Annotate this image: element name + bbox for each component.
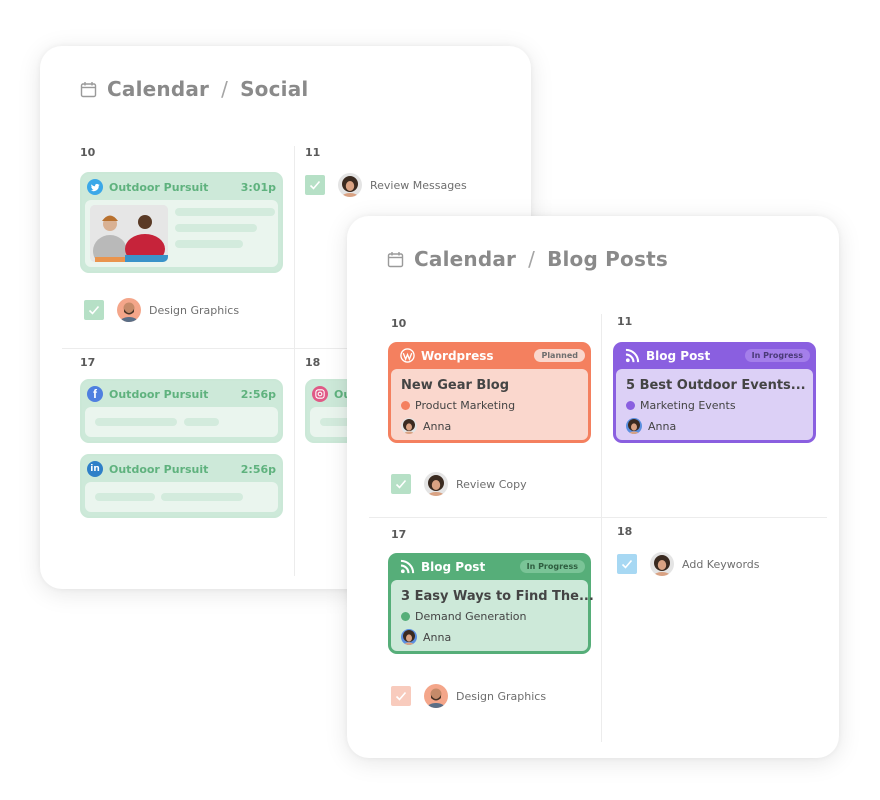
breadcrumb-separator: /: [221, 77, 229, 101]
category-dot: [626, 401, 635, 410]
column-divider: [294, 146, 295, 576]
post-title: New Gear Blog: [401, 378, 510, 393]
checkmark-icon: [88, 305, 100, 315]
task-label: Add Keywords: [682, 557, 760, 571]
placeholder-line: [95, 493, 155, 501]
day-number: 18: [617, 525, 633, 538]
breadcrumb-section[interactable]: Calendar: [414, 247, 516, 271]
day-number: 17: [80, 356, 96, 369]
checkmark-icon: [621, 559, 633, 569]
post-account-name: Outdoor Pursuit: [109, 387, 209, 401]
post-time: 2:56p: [240, 387, 276, 401]
day-number: 18: [305, 356, 321, 369]
calendar-icon: [80, 81, 97, 97]
social-breadcrumb: Calendar / Social: [80, 77, 308, 101]
post-category: Product Marketing: [415, 399, 516, 412]
breadcrumb-page: Blog Posts: [547, 247, 668, 271]
task-item[interactable]: Review Copy: [391, 472, 527, 496]
avatar-anna: [338, 173, 362, 197]
row-divider: [369, 517, 827, 518]
column-divider: [601, 314, 602, 742]
post-title: 3 Easy Ways to Find The...: [401, 589, 594, 604]
breadcrumb-section[interactable]: Calendar: [107, 77, 209, 101]
placeholder-line: [161, 493, 243, 501]
avatar-bearded-man: [117, 298, 141, 322]
category-dot: [401, 401, 410, 410]
rss-icon: [625, 348, 640, 363]
day-number: 10: [80, 146, 96, 159]
task-checkbox[interactable]: [391, 474, 411, 494]
task-item[interactable]: Add Keywords: [617, 552, 760, 576]
post-image: [90, 205, 168, 262]
blog-post-card[interactable]: Blog Post In Progress 5 Best Outdoor Eve…: [613, 342, 816, 443]
task-label: Design Graphics: [456, 689, 547, 703]
checkmark-icon: [309, 180, 321, 190]
task-checkbox[interactable]: [305, 175, 325, 195]
post-type-label: Blog Post: [646, 348, 711, 363]
post-account-name: Outdoor Pursuit: [109, 462, 209, 476]
breadcrumb-separator: /: [528, 247, 536, 271]
calendar-icon: [387, 251, 404, 267]
day-number: 11: [305, 146, 321, 159]
task-label: Design Graphics: [149, 303, 240, 317]
post-owner: Anna: [648, 419, 677, 433]
blog-post-card[interactable]: Wordpress Planned New Gear Blog Product …: [388, 342, 591, 443]
post-time: 3:01p: [240, 180, 276, 194]
placeholder-line: [184, 418, 219, 426]
post-account-name: Outdoor Pursuit: [109, 180, 209, 194]
category-dot: [401, 612, 410, 621]
day-number: 11: [617, 315, 633, 328]
placeholder-line: [95, 418, 177, 426]
post-owner: Anna: [423, 630, 452, 644]
status-badge: In Progress: [744, 349, 810, 362]
avatar-bearded-man: [424, 684, 448, 708]
social-post-card[interactable]: in Outdoor Pursuit 2:56p: [80, 454, 283, 518]
twitter-icon: [87, 179, 103, 195]
task-checkbox[interactable]: [84, 300, 104, 320]
avatar-anna: [401, 629, 417, 645]
task-item[interactable]: Review Messages: [305, 173, 467, 197]
post-category: Demand Generation: [415, 610, 527, 623]
breadcrumb-page: Social: [240, 77, 309, 101]
task-checkbox[interactable]: [391, 686, 411, 706]
task-checkbox[interactable]: [617, 554, 637, 574]
wordpress-icon: [400, 348, 415, 363]
checkmark-icon: [395, 691, 407, 701]
task-label: Review Copy: [456, 477, 527, 491]
post-time: 2:56p: [240, 462, 276, 476]
task-item[interactable]: Design Graphics: [391, 684, 546, 708]
status-badge: In Progress: [519, 560, 585, 573]
placeholder-line: [175, 240, 243, 248]
facebook-icon: f: [87, 386, 103, 402]
rss-icon: [400, 559, 415, 574]
instagram-icon: [312, 386, 328, 402]
placeholder-line: [175, 224, 257, 232]
social-post-card[interactable]: Outdoor Pursuit 3:01p: [80, 172, 283, 273]
avatar-anna: [401, 418, 417, 434]
task-item[interactable]: Design Graphics: [84, 298, 239, 322]
checkmark-icon: [395, 479, 407, 489]
linkedin-icon: in: [87, 461, 103, 477]
blog-post-card[interactable]: Blog Post In Progress 3 Easy Ways to Fin…: [388, 553, 594, 654]
day-number: 17: [391, 528, 407, 541]
avatar-anna: [424, 472, 448, 496]
blog-breadcrumb: Calendar / Blog Posts: [387, 247, 668, 271]
social-post-card[interactable]: f Outdoor Pursuit 2:56p: [80, 379, 283, 443]
task-label: Review Messages: [370, 178, 467, 192]
placeholder-line: [175, 208, 275, 216]
post-category: Marketing Events: [640, 399, 736, 412]
day-number: 10: [391, 317, 407, 330]
avatar-anna: [650, 552, 674, 576]
post-type-label: Wordpress: [421, 348, 494, 363]
blog-calendar-window: Calendar / Blog Posts 10 Wordpress Plann…: [347, 216, 839, 758]
post-owner: Anna: [423, 419, 452, 433]
status-badge: Planned: [534, 349, 585, 362]
post-title: 5 Best Outdoor Events...: [626, 378, 806, 393]
post-type-label: Blog Post: [421, 559, 486, 574]
avatar-anna: [626, 418, 642, 434]
